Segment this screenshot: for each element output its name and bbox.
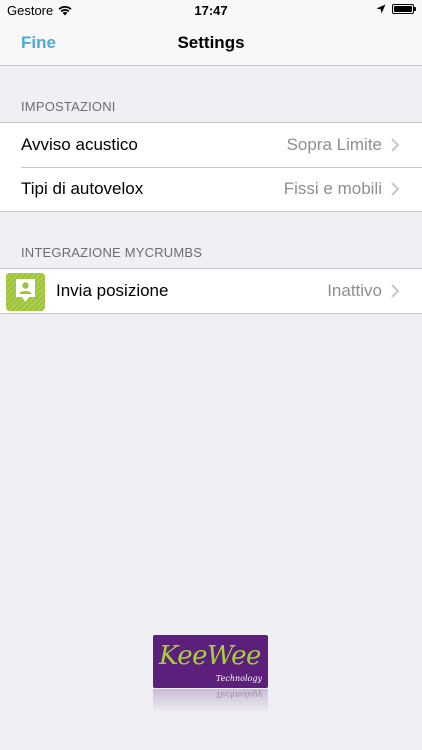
battery-fill (394, 6, 412, 12)
battery-icon (392, 4, 416, 14)
status-bar: Gestore 17:47 (0, 0, 422, 22)
chevron-right-icon (391, 138, 400, 152)
chevron-right-icon (391, 182, 400, 196)
row-invia-posizione[interactable]: Invia posizione Inattivo (0, 269, 422, 313)
row-label: Avviso acustico (21, 135, 138, 154)
section-header-mycrumbs: INTEGRAZIONE MYCRUMBS (21, 245, 203, 260)
row-value: Fissi e mobili (283, 179, 382, 198)
settings-group-impostazioni: Avviso acustico Sopra Limite Tipi di aut… (0, 122, 422, 212)
row-label: Tipi di autovelox (21, 179, 144, 198)
row-label: Invia posizione (56, 281, 169, 300)
chevron-right-icon (391, 284, 400, 298)
row-tipi-autovelox[interactable]: Tipi di autovelox Fissi e mobili (0, 167, 422, 211)
row-value: Inattivo (327, 281, 382, 300)
location-arrow-icon (376, 4, 386, 14)
row-avviso-acustico[interactable]: Avviso acustico Sopra Limite (0, 123, 422, 167)
mycrumbs-app-icon (6, 273, 45, 311)
section-header-impostazioni: IMPOSTAZIONI (21, 99, 116, 114)
status-time: 17:47 (194, 3, 228, 18)
settings-group-mycrumbs: Invia posizione Inattivo (0, 268, 422, 314)
logo-badge: KeeWee Technology (153, 635, 268, 688)
row-value: Sopra Limite (286, 135, 382, 154)
keewee-logo: KeeWee Technology (153, 635, 268, 688)
page-title: Settings (177, 33, 245, 52)
logo-reflection: Technology (153, 689, 268, 713)
logo-subtitle: Technology (215, 674, 262, 683)
status-right (376, 4, 416, 14)
navigation-bar: Fine Settings (0, 22, 422, 66)
logo-reflection-text: Technology (215, 690, 262, 699)
settings-screen: Gestore 17:47 Fine Settings IMPOSTAZIONI… (0, 0, 422, 750)
logo-name: KeeWee (159, 641, 261, 671)
